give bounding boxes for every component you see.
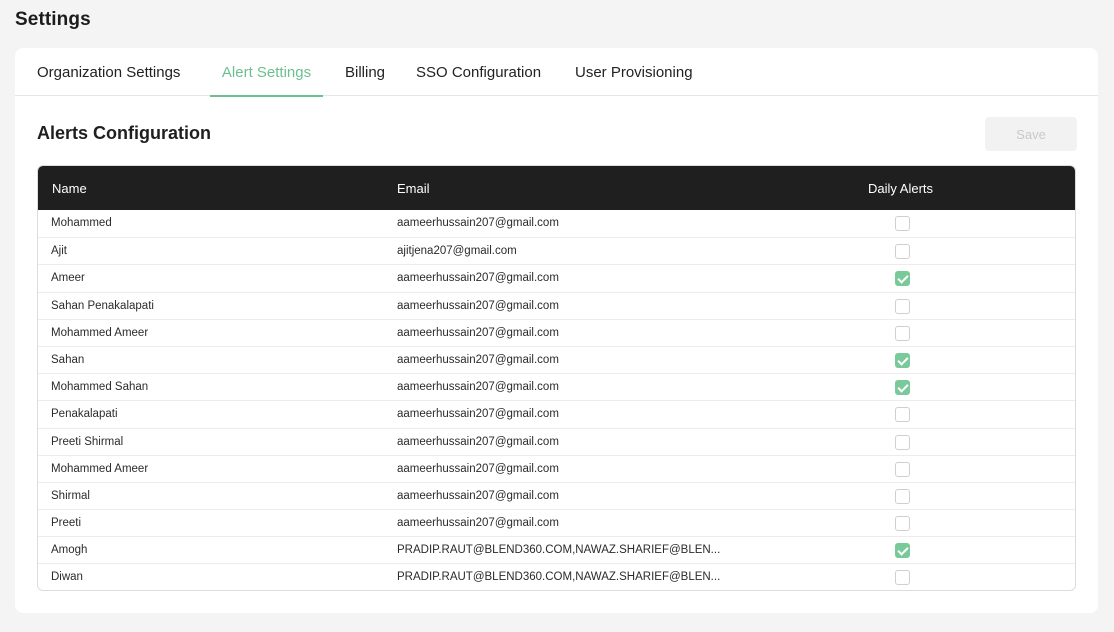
save-button[interactable]: Save xyxy=(985,117,1077,151)
row-email: aameerhussain207@gmail.com xyxy=(397,326,559,339)
header-daily-alerts: Daily Alerts xyxy=(868,181,934,196)
row-email: aameerhussain207@gmail.com xyxy=(397,353,559,366)
row-name: Preeti Shirmal xyxy=(51,435,124,448)
tab-sso-configuration[interactable]: SSO Configuration xyxy=(416,48,541,96)
daily-alerts-checkbox[interactable] xyxy=(895,380,910,396)
header-email: Email xyxy=(397,181,430,196)
row-email: aameerhussain207@gmail.com xyxy=(397,489,559,502)
table-row: Mohammed aameerhussain207@gmail.com xyxy=(38,210,1075,237)
row-name: Shirmal xyxy=(51,489,90,502)
tab-bar: Organization Settings Alert Settings Bil… xyxy=(15,48,1098,97)
daily-alerts-checkbox[interactable] xyxy=(895,271,910,287)
table-row: Preeti aameerhussain207@gmail.com xyxy=(38,509,1075,536)
row-name: Ameer xyxy=(51,272,85,285)
row-email: aameerhussain207@gmail.com xyxy=(397,462,559,475)
table-row: Sahan aameerhussain207@gmail.com xyxy=(38,345,1075,373)
row-email: aameerhussain207@gmail.com xyxy=(397,272,559,285)
row-email: aameerhussain207@gmail.com xyxy=(397,517,559,530)
daily-alerts-checkbox[interactable] xyxy=(895,516,910,532)
row-email: ajitjena207@gmail.com xyxy=(397,245,517,258)
page-title: Settings xyxy=(15,9,91,30)
row-name: Mohammed Ameer xyxy=(51,462,149,475)
row-name: Sahan Penakalapati xyxy=(51,299,154,312)
table-row: Sahan Penakalapati aameerhussain207@gmail… xyxy=(38,291,1075,319)
daily-alerts-checkbox[interactable] xyxy=(895,461,910,477)
daily-alerts-checkbox[interactable] xyxy=(895,488,910,504)
row-name: Mohammed xyxy=(51,217,112,229)
row-name: Mohammed Sahan xyxy=(51,381,149,394)
table-body: Mohammed aameerhussain207@gmail.com Ajit aj… xyxy=(38,210,1075,590)
row-email: PRADIP.RAUT@BLEND360.COM,NAWAZ.SHARIEF@B… xyxy=(397,544,721,557)
header-name: Name xyxy=(52,181,87,196)
table-row: Ajit ajitjena207@gmail.com xyxy=(38,237,1075,264)
row-name: Ajit xyxy=(51,245,67,258)
table-row: Shirmal aameerhussain207@gmail.com xyxy=(38,481,1075,509)
alerts-table: Name Email Daily Alerts Mohammed aameerhu… xyxy=(37,165,1076,591)
row-email: aameerhussain207@gmail.com xyxy=(397,299,559,312)
tab-billing[interactable]: Billing xyxy=(345,48,385,96)
table-row: Mohammed Ameer aameerhussain207@gmail.com xyxy=(38,454,1075,482)
table-row: Amogh PRADIP.RAUT@BLEND360.COM,NAWAZ.SHAR… xyxy=(38,536,1075,563)
table-row: Preeti Shirmal aameerhussain207@gmail.com xyxy=(38,427,1075,455)
table-row: Ameer aameerhussain207@gmail.com xyxy=(38,264,1075,291)
tab-organization-settings[interactable]: Organization Settings xyxy=(37,48,180,96)
table-header: Name Email Daily Alerts xyxy=(38,166,1075,210)
daily-alerts-checkbox[interactable] xyxy=(895,216,910,231)
row-name: Penakalapati xyxy=(51,408,118,421)
table-row: Diwan PRADIP.RAUT@BLEND360.COM,NAWAZ.SHAR… xyxy=(38,563,1075,590)
daily-alerts-checkbox[interactable] xyxy=(895,325,910,341)
daily-alerts-checkbox[interactable] xyxy=(895,244,910,260)
row-email: aameerhussain207@gmail.com xyxy=(397,217,559,229)
tab-alert-settings[interactable]: Alert Settings xyxy=(210,48,323,97)
daily-alerts-checkbox[interactable] xyxy=(895,434,910,450)
table-row: Mohammed Sahan aameerhussain207@gmail.com xyxy=(38,373,1075,400)
daily-alerts-checkbox[interactable] xyxy=(895,298,910,314)
daily-alerts-checkbox[interactable] xyxy=(895,570,910,586)
row-email: aameerhussain207@gmail.com xyxy=(397,381,559,394)
row-name: Amogh xyxy=(51,544,88,557)
daily-alerts-checkbox[interactable] xyxy=(895,407,910,423)
table-row: Penakalapati aameerhussain207@gmail.com xyxy=(38,400,1075,427)
daily-alerts-checkbox[interactable] xyxy=(895,543,910,559)
row-name: Sahan xyxy=(51,353,85,366)
row-email: PRADIP.RAUT@BLEND360.COM,NAWAZ.SHARIEF@B… xyxy=(397,571,721,584)
daily-alerts-checkbox[interactable] xyxy=(895,352,910,368)
row-name: Preeti xyxy=(51,517,82,530)
tab-user-provisioning[interactable]: User Provisioning xyxy=(575,48,693,96)
row-name: Mohammed Ameer xyxy=(51,326,149,339)
settings-card: Organization Settings Alert Settings Bil… xyxy=(15,48,1098,613)
row-name: Diwan xyxy=(51,571,83,584)
row-email: aameerhussain207@gmail.com xyxy=(397,435,559,448)
section-title: Alerts Configuration xyxy=(37,123,211,143)
row-email: aameerhussain207@gmail.com xyxy=(397,408,559,421)
table-row: Mohammed Ameer aameerhussain207@gmail.com xyxy=(38,318,1075,346)
